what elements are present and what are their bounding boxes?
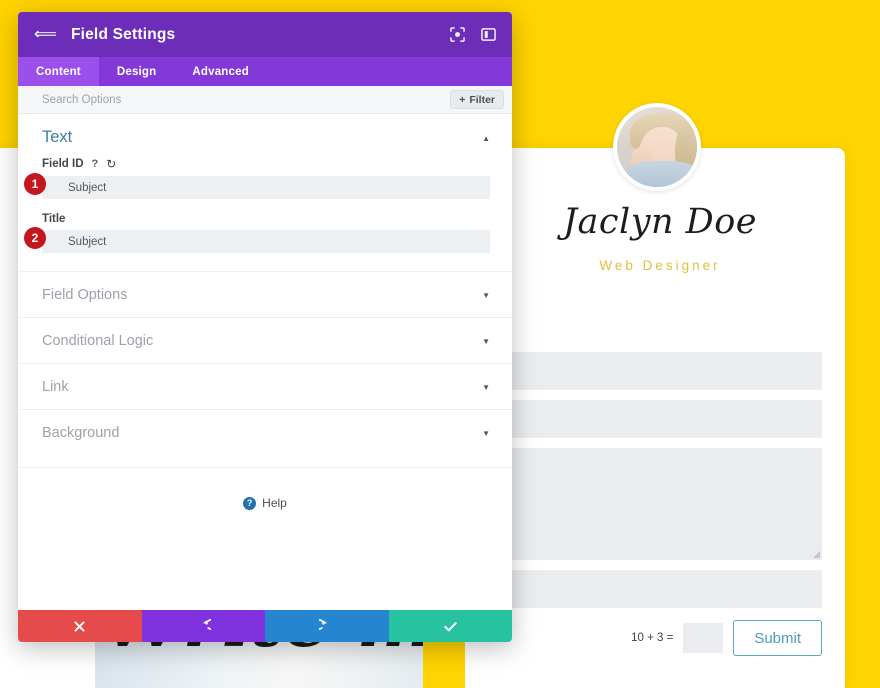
modal-footer bbox=[18, 610, 512, 642]
field-settings-modal: ⟸ Field Settings Content Design Advanced… bbox=[18, 12, 512, 642]
save-button[interactable] bbox=[388, 610, 512, 642]
avatar bbox=[613, 103, 701, 191]
accordion-conditional-logic[interactable]: Conditional Logic bbox=[18, 317, 512, 363]
undo-arrow-icon bbox=[202, 618, 211, 630]
back-arrow-icon[interactable]: ⟸ bbox=[34, 26, 57, 43]
search-row: + Filter bbox=[18, 86, 512, 114]
target-focus-icon[interactable] bbox=[450, 27, 465, 42]
field-id-block: Field ID ? ↻ 1 bbox=[18, 157, 512, 199]
undo-button[interactable] bbox=[141, 610, 265, 642]
avatar-shirt bbox=[625, 161, 697, 187]
modal-header-icons bbox=[450, 27, 496, 42]
chevron-down-icon[interactable] bbox=[482, 335, 490, 347]
submit-button[interactable]: Submit bbox=[733, 620, 822, 656]
chevron-down-icon[interactable] bbox=[482, 289, 490, 301]
reset-arrow-icon[interactable]: ↻ bbox=[106, 157, 116, 171]
question-mark-icon: ? bbox=[243, 496, 257, 510]
layout-panel-icon[interactable] bbox=[481, 27, 496, 42]
captcha-row: 10 + 3 = Submit bbox=[631, 620, 822, 656]
plus-icon: + bbox=[459, 93, 466, 106]
title-block: Title 2 bbox=[18, 213, 512, 253]
tab-content[interactable]: Content bbox=[18, 57, 99, 86]
help-question-icon[interactable]: ? bbox=[92, 158, 99, 170]
field-id-input-wrap: 1 bbox=[24, 173, 490, 199]
title-label: Title bbox=[42, 213, 66, 225]
profile-name: Jaclyn Doe bbox=[563, 202, 757, 242]
section-text-header[interactable]: Text bbox=[18, 114, 512, 157]
captcha-input[interactable] bbox=[683, 623, 724, 653]
filter-button[interactable]: + Filter bbox=[450, 90, 504, 109]
accordion-link[interactable]: Link bbox=[18, 363, 512, 409]
checkmark-icon bbox=[444, 621, 457, 631]
accordion-conditional-logic-label: Conditional Logic bbox=[42, 332, 154, 349]
decorative-yellow-block bbox=[423, 634, 465, 688]
field-id-input[interactable] bbox=[42, 176, 490, 199]
tab-advanced[interactable]: Advanced bbox=[174, 57, 267, 86]
accordion-background-label: Background bbox=[42, 424, 120, 441]
tab-design[interactable]: Design bbox=[99, 57, 175, 86]
field-id-label: Field ID bbox=[42, 158, 84, 170]
help-row[interactable]: ? Help bbox=[18, 467, 512, 510]
accordion-link-label: Link bbox=[42, 378, 69, 395]
modal-header: ⟸ Field Settings bbox=[18, 12, 512, 57]
modal-body: Text Field ID ? ↻ 1 Title 2 Fiel bbox=[18, 114, 512, 610]
help-label: Help bbox=[262, 496, 287, 510]
search-input[interactable] bbox=[42, 93, 451, 106]
accordion-background[interactable]: Background bbox=[18, 409, 512, 455]
annotation-badge-1: 1 bbox=[24, 173, 46, 195]
modal-tabs: Content Design Advanced bbox=[18, 57, 512, 86]
modal-title: Field Settings bbox=[70, 25, 176, 43]
redo-button[interactable] bbox=[265, 610, 389, 642]
title-input-wrap: 2 bbox=[24, 227, 490, 253]
annotation-badge-2: 2 bbox=[24, 227, 46, 249]
redo-arrow-icon bbox=[319, 618, 328, 630]
filter-button-label: Filter bbox=[469, 93, 495, 106]
cancel-button[interactable] bbox=[18, 610, 142, 642]
chevron-up-icon[interactable] bbox=[482, 132, 490, 144]
close-x-icon bbox=[74, 620, 85, 632]
field-id-label-row: Field ID ? ↻ bbox=[42, 157, 490, 171]
title-label-row: Title bbox=[42, 213, 490, 225]
chevron-down-icon[interactable] bbox=[482, 381, 490, 393]
chevron-down-icon[interactable] bbox=[482, 427, 490, 439]
captcha-label: 10 + 3 = bbox=[631, 632, 674, 644]
section-text-title: Text bbox=[42, 128, 73, 146]
accordion-field-options[interactable]: Field Options bbox=[18, 271, 512, 317]
accordion-field-options-label: Field Options bbox=[42, 286, 128, 303]
title-input[interactable] bbox=[42, 230, 490, 253]
profile-role: Web Designer bbox=[599, 258, 721, 273]
